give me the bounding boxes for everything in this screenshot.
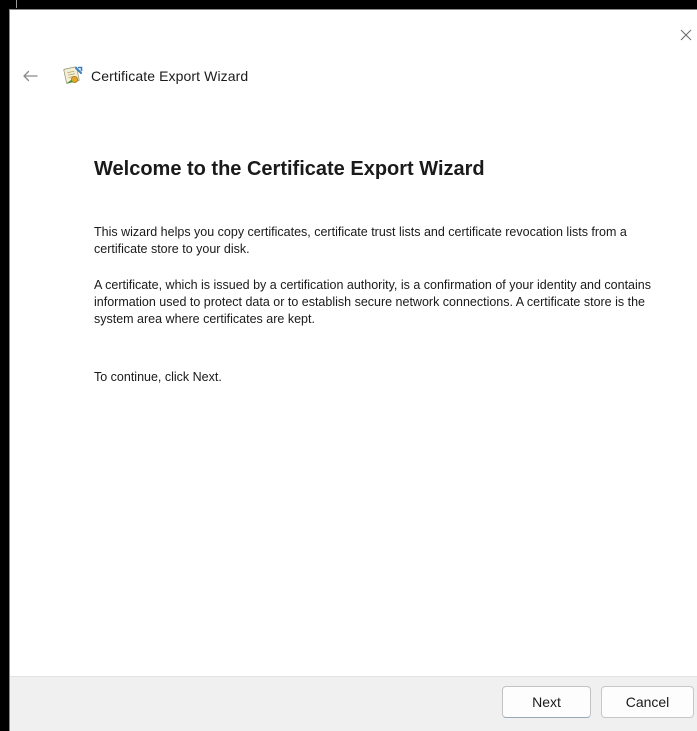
screen-frame: Certificate Export Wizard Welcome to the… <box>0 0 697 731</box>
next-button[interactable]: Next <box>502 686 591 718</box>
back-arrow-icon <box>23 70 38 82</box>
button-bar: Next Cancel <box>10 676 697 731</box>
page-heading: Welcome to the Certificate Export Wizard <box>94 158 485 180</box>
wizard-dialog: Certificate Export Wizard Welcome to the… <box>9 9 697 731</box>
certificate-icon <box>63 66 83 84</box>
certificate-description-paragraph: A certificate, which is issued by a cert… <box>94 278 651 326</box>
wizard-content: Welcome to the Certificate Export Wizard… <box>94 158 674 386</box>
continue-instruction: To continue, click Next. <box>94 370 222 384</box>
frame-edge-mark <box>16 0 17 8</box>
cancel-button[interactable]: Cancel <box>601 686 694 718</box>
wizard-title-bar: Certificate Export Wizard <box>62 65 248 87</box>
back-button[interactable] <box>20 66 40 86</box>
close-icon <box>680 29 692 41</box>
wizard-title: Certificate Export Wizard <box>91 68 249 84</box>
intro-paragraph: This wizard helps you copy certificates,… <box>94 225 627 256</box>
close-button[interactable] <box>675 24 697 46</box>
